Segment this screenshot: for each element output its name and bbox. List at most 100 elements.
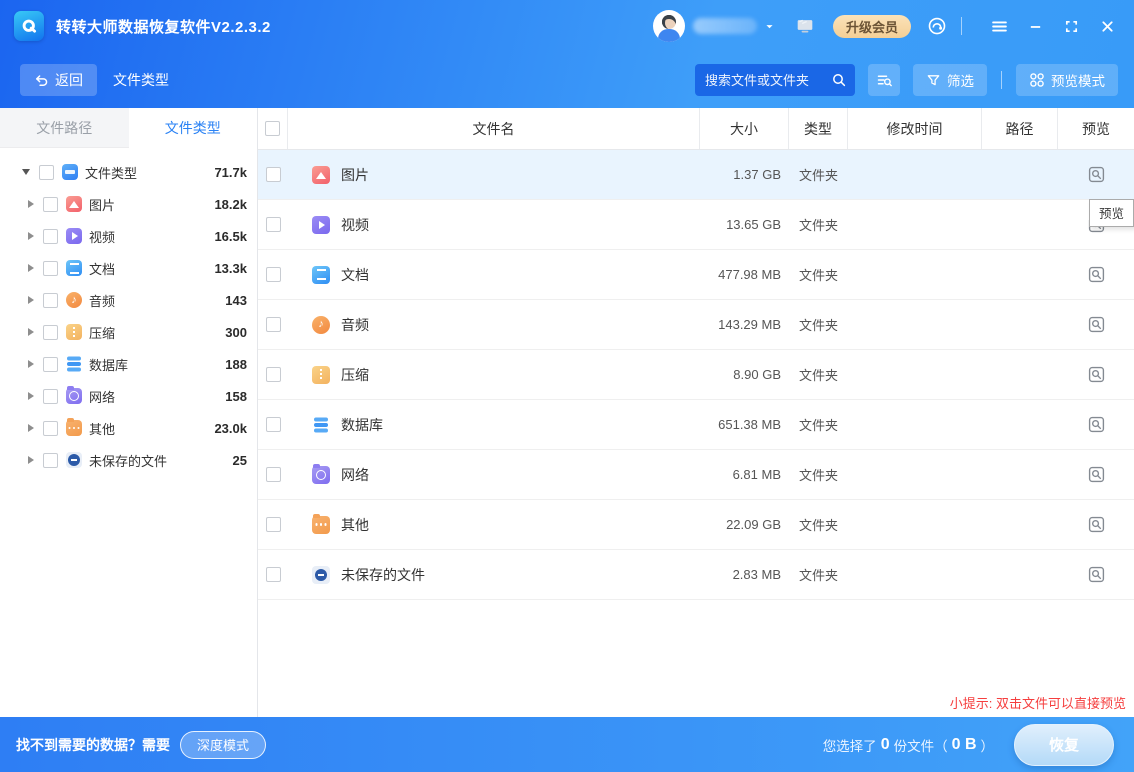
sidebar-item-archive[interactable]: 压缩 300: [0, 316, 257, 348]
search-input[interactable]: [705, 73, 831, 88]
expand-expander-icon[interactable]: [28, 392, 34, 400]
tree-count: 71.7k: [214, 165, 247, 180]
upgrade-member-button[interactable]: 升级会员: [833, 15, 911, 38]
preview-button[interactable]: [1085, 364, 1107, 386]
sidebar-item-network[interactable]: 网络 158: [0, 380, 257, 412]
customer-service-icon[interactable]: [927, 16, 947, 36]
table-row-audio[interactable]: 音频 143.29 MB 文件夹: [258, 300, 1134, 350]
expand-expander-icon[interactable]: [28, 456, 34, 464]
preview-button[interactable]: [1085, 464, 1107, 486]
preview-button[interactable]: [1085, 564, 1107, 586]
sidebar-item-other[interactable]: 其他 23.0k: [0, 412, 257, 444]
tree-count: 16.5k: [214, 229, 247, 244]
row-checkbox[interactable]: [266, 467, 281, 482]
table-row-archive[interactable]: 压缩 8.90 GB 文件夹: [258, 350, 1134, 400]
tree-checkbox[interactable]: [39, 165, 54, 180]
tree-label: 视频: [89, 227, 115, 246]
user-avatar[interactable]: [653, 10, 685, 42]
preview-button[interactable]: [1085, 164, 1107, 186]
document-icon: [312, 266, 330, 284]
tree-checkbox[interactable]: [43, 261, 58, 276]
expand-expander-icon[interactable]: [28, 328, 34, 336]
select-all-checkbox[interactable]: [265, 121, 280, 136]
funnel-icon: [926, 73, 941, 88]
sidebar-item-file-types-root[interactable]: 文件类型 71.7k: [0, 156, 257, 188]
network-icon: [66, 388, 82, 404]
back-button[interactable]: 返回: [20, 64, 97, 96]
close-button[interactable]: [1094, 13, 1120, 39]
tree-label: 音频: [89, 291, 115, 310]
table-row-unsaved[interactable]: 未保存的文件 2.83 MB 文件夹: [258, 550, 1134, 600]
tree-checkbox[interactable]: [43, 325, 58, 340]
table-row-documents[interactable]: 文档 477.98 MB 文件夹: [258, 250, 1134, 300]
tree-count: 300: [225, 325, 247, 340]
search-icon[interactable]: [831, 72, 847, 88]
expand-expander-icon[interactable]: [28, 264, 34, 272]
expand-expander-icon[interactable]: [28, 200, 34, 208]
collapse-expander-icon[interactable]: [22, 169, 30, 175]
tree-checkbox[interactable]: [43, 293, 58, 308]
expand-expander-icon[interactable]: [28, 232, 34, 240]
header-type: 类型: [789, 108, 848, 149]
expand-expander-icon[interactable]: [28, 424, 34, 432]
file-type: 文件夹: [789, 150, 848, 199]
deep-mode-button[interactable]: 深度模式: [180, 731, 266, 759]
other-folder-icon: [312, 516, 330, 534]
tab-file-type[interactable]: 文件类型: [129, 108, 258, 148]
row-checkbox[interactable]: [266, 417, 281, 432]
tree-checkbox[interactable]: [43, 421, 58, 436]
preview-button[interactable]: [1085, 514, 1107, 536]
file-path: [982, 300, 1058, 349]
sidebar-item-documents[interactable]: 文档 13.3k: [0, 252, 257, 284]
row-checkbox[interactable]: [266, 167, 281, 182]
sidebar-item-database[interactable]: 数据库 188: [0, 348, 257, 380]
tree-label: 其他: [89, 419, 115, 438]
username-blurred[interactable]: [693, 18, 757, 34]
row-checkbox[interactable]: [266, 367, 281, 382]
tree-label: 压缩: [89, 323, 115, 342]
app-window: 转转大师数据恢复软件V2.2.3.2 升级会员: [0, 0, 1134, 772]
sidebar-item-audio[interactable]: 音频 143: [0, 284, 257, 316]
table-row-network[interactable]: 网络 6.81 MB 文件夹: [258, 450, 1134, 500]
user-dropdown-caret-icon[interactable]: [764, 21, 775, 32]
sidebar-item-unsaved[interactable]: 未保存的文件 25: [0, 444, 257, 476]
expand-expander-icon[interactable]: [28, 296, 34, 304]
row-checkbox[interactable]: [266, 217, 281, 232]
preview-button[interactable]: [1085, 264, 1107, 286]
expand-expander-icon[interactable]: [28, 360, 34, 368]
row-checkbox[interactable]: [266, 267, 281, 282]
table-row-database[interactable]: 数据库 651.38 MB 文件夹: [258, 400, 1134, 450]
sidebar: 文件路径 文件类型 文件类型 71.7k 图片 18.2k: [0, 108, 258, 717]
search-list-button[interactable]: [868, 64, 900, 96]
row-checkbox[interactable]: [266, 567, 281, 582]
image-icon: [312, 166, 330, 184]
sidebar-item-images[interactable]: 图片 18.2k: [0, 188, 257, 220]
filter-button[interactable]: 筛选: [913, 64, 987, 96]
header-mtime: 修改时间: [848, 108, 982, 149]
table-row-images[interactable]: 图片 1.37 GB 文件夹: [258, 150, 1134, 200]
preview-button[interactable]: [1085, 314, 1107, 336]
network-icon: [312, 466, 330, 484]
preview-mode-button[interactable]: 预览模式: [1016, 64, 1118, 96]
file-path: [982, 200, 1058, 249]
tab-file-path[interactable]: 文件路径: [0, 108, 129, 148]
selection-suffix: ）: [981, 735, 995, 755]
row-checkbox[interactable]: [266, 317, 281, 332]
menu-icon[interactable]: [986, 13, 1012, 39]
database-icon: [312, 416, 330, 434]
row-checkbox[interactable]: [266, 517, 281, 532]
table-row-videos[interactable]: 视频 13.65 GB 文件夹: [258, 200, 1134, 250]
tree-checkbox[interactable]: [43, 229, 58, 244]
table-row-other[interactable]: 其他 22.09 GB 文件夹: [258, 500, 1134, 550]
maximize-button[interactable]: [1058, 13, 1084, 39]
sidebar-item-videos[interactable]: 视频 16.5k: [0, 220, 257, 252]
tree-checkbox[interactable]: [43, 453, 58, 468]
tree-checkbox[interactable]: [43, 357, 58, 372]
preview-button[interactable]: [1085, 414, 1107, 436]
tree-checkbox[interactable]: [43, 389, 58, 404]
monitor-icon[interactable]: [795, 17, 815, 35]
header-preview: 预览: [1058, 108, 1134, 149]
minimize-button[interactable]: [1022, 13, 1048, 39]
tree-checkbox[interactable]: [43, 197, 58, 212]
recover-button[interactable]: 恢复: [1014, 724, 1114, 766]
